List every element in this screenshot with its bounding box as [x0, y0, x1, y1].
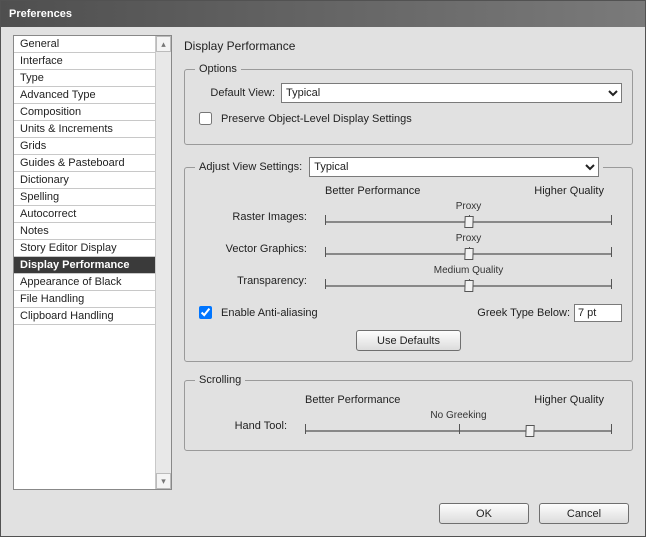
dialog-title: Preferences	[9, 8, 72, 20]
cancel-button[interactable]: Cancel	[539, 503, 629, 524]
ok-button[interactable]: OK	[439, 503, 529, 524]
sidebar-item-guides-pasteboard[interactable]: Guides & Pasteboard	[14, 155, 155, 172]
vector-graphics-slider[interactable]: Proxy	[315, 235, 622, 263]
greek-type-input[interactable]	[574, 304, 622, 322]
sidebar-item-dictionary[interactable]: Dictionary	[14, 172, 155, 189]
vector-caption: Proxy	[315, 233, 622, 244]
sidebar-item-clipboard-handling[interactable]: Clipboard Handling	[14, 308, 155, 325]
scroll-perf-low-label: Better Performance	[305, 394, 400, 406]
category-sidebar: GeneralInterfaceTypeAdvanced TypeComposi…	[13, 35, 172, 490]
default-view-select[interactable]: Typical	[281, 83, 622, 103]
hand-tool-label: Hand Tool:	[195, 420, 295, 432]
sidebar-item-composition[interactable]: Composition	[14, 104, 155, 121]
main-panel: Display Performance Options Default View…	[184, 35, 633, 457]
preferences-dialog: Preferences GeneralInterfaceTypeAdvanced…	[0, 0, 646, 537]
scrolling-legend: Scrolling	[195, 374, 245, 386]
hand-tool-slider[interactable]: No Greeking	[295, 412, 622, 440]
transparency-caption: Medium Quality	[315, 265, 622, 276]
sidebar-item-spelling[interactable]: Spelling	[14, 189, 155, 206]
sidebar-item-notes[interactable]: Notes	[14, 223, 155, 240]
options-group: Options Default View: Typical Preserve O…	[184, 63, 633, 145]
sidebar-item-interface[interactable]: Interface	[14, 53, 155, 70]
hand-tool-caption: No Greeking	[295, 410, 622, 421]
transparency-slider[interactable]: Medium Quality	[315, 267, 622, 295]
raster-images-slider[interactable]: Proxy	[315, 203, 622, 231]
preserve-object-level-checkbox[interactable]	[199, 112, 212, 125]
sidebar-item-autocorrect[interactable]: Autocorrect	[14, 206, 155, 223]
section-title: Display Performance	[184, 39, 633, 53]
scroll-perf-high-label: Higher Quality	[534, 394, 604, 406]
sidebar-item-units-increments[interactable]: Units & Increments	[14, 121, 155, 138]
titlebar: Preferences	[1, 1, 645, 27]
transparency-label: Transparency:	[195, 275, 315, 287]
options-legend: Options	[195, 63, 241, 75]
scrolling-group: Scrolling Better Performance Higher Qual…	[184, 374, 633, 451]
sidebar-item-display-performance[interactable]: Display Performance	[14, 257, 155, 274]
scroll-up-icon[interactable]: ▴	[156, 36, 171, 52]
sidebar-item-type[interactable]: Type	[14, 70, 155, 87]
perf-high-label: Higher Quality	[534, 185, 604, 197]
dialog-footer: OK Cancel	[1, 497, 645, 536]
sidebar-item-file-handling[interactable]: File Handling	[14, 291, 155, 308]
sidebar-item-story-editor-display[interactable]: Story Editor Display	[14, 240, 155, 257]
transparency-row: Transparency: Medium Quality	[195, 267, 622, 295]
sidebar-item-grids[interactable]: Grids	[14, 138, 155, 155]
sidebar-item-advanced-type[interactable]: Advanced Type	[14, 87, 155, 104]
hand-tool-row: Hand Tool: No Greeking	[195, 412, 622, 440]
enable-anti-aliasing-label[interactable]: Enable Anti-aliasing	[221, 307, 318, 319]
vector-graphics-label: Vector Graphics:	[195, 243, 315, 255]
preserve-object-level-label[interactable]: Preserve Object-Level Display Settings	[221, 113, 412, 125]
perf-low-label: Better Performance	[325, 185, 420, 197]
adjust-view-group: Adjust View Settings: Typical Better Per…	[184, 157, 633, 362]
greek-type-label: Greek Type Below:	[477, 307, 570, 319]
sidebar-scrollbar[interactable]: ▴ ▾	[155, 36, 171, 489]
adjust-view-legend: Adjust View Settings: Typical	[195, 157, 603, 177]
vector-graphics-row: Vector Graphics: Proxy	[195, 235, 622, 263]
raster-images-label: Raster Images:	[195, 211, 315, 223]
use-defaults-button[interactable]: Use Defaults	[356, 330, 461, 351]
raster-caption: Proxy	[315, 201, 622, 212]
sidebar-item-general[interactable]: General	[14, 36, 155, 53]
enable-anti-aliasing-checkbox[interactable]	[199, 306, 212, 319]
default-view-label: Default View:	[195, 87, 275, 99]
scroll-down-icon[interactable]: ▾	[156, 473, 171, 489]
sidebar-item-appearance-of-black[interactable]: Appearance of Black	[14, 274, 155, 291]
adjust-view-select[interactable]: Typical	[309, 157, 599, 177]
raster-images-row: Raster Images: Proxy	[195, 203, 622, 231]
